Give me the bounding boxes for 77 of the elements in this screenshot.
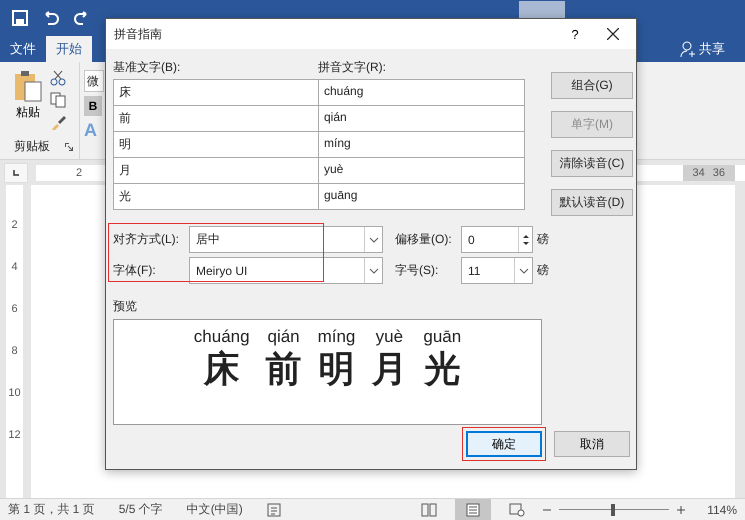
ribbon-tab[interactable]: 文件 — [0, 36, 46, 62]
dialog-button[interactable]: 组合(G) — [551, 72, 633, 99]
ruby-text-field[interactable]: yuè — [319, 158, 525, 184]
field-label: 字号(S): — [394, 262, 440, 279]
scissors-icon[interactable] — [50, 70, 66, 86]
ruler-number: 4 — [11, 261, 18, 273]
ruler-number: 34 — [692, 166, 705, 178]
base-text-field[interactable]: 床 — [114, 80, 319, 106]
ruby-text-field[interactable]: qián — [319, 106, 525, 132]
font-dropdown[interactable]: Meiryo UI — [189, 257, 383, 284]
ruler-number: 6 — [11, 303, 18, 315]
alignment-dropdown[interactable]: 居中 — [189, 226, 383, 253]
clipboard-icon — [14, 70, 42, 102]
base-text-field[interactable]: 光 — [114, 184, 319, 210]
base-character: 光 — [424, 348, 460, 390]
dialog-button[interactable]: 清除读音(C) — [551, 150, 633, 177]
launcher-icon[interactable] — [65, 142, 73, 150]
status-text: 5/5 个字 — [118, 501, 163, 518]
unit-label: 磅 — [537, 231, 550, 248]
person-add-icon — [680, 41, 696, 57]
column-heading: 基准文字(B): — [113, 59, 182, 76]
share-button[interactable]: 共享 — [674, 36, 731, 62]
field-label: 字体(F): — [113, 262, 157, 279]
paste-button[interactable]: 粘贴 — [14, 70, 42, 130]
ruby-text-field[interactable]: chuáng — [319, 80, 525, 106]
status-text: 第 1 页，共 1 页 — [8, 501, 95, 518]
ruby-text: guān — [423, 326, 462, 348]
ribbon-tab[interactable]: 开始 — [46, 36, 92, 62]
base-text-field[interactable]: 月 — [114, 158, 319, 184]
tab-stop-selector[interactable] — [4, 162, 28, 182]
field-label: 偏移量(O): — [394, 231, 453, 248]
base-text-field[interactable]: 明 — [114, 132, 319, 158]
ruby-text: míng — [318, 326, 356, 348]
brush-icon[interactable] — [50, 114, 66, 130]
ruler-number: 2 — [76, 166, 82, 178]
save-icon[interactable] — [12, 10, 28, 26]
size-dropdown[interactable]: 11 — [461, 257, 533, 284]
ruby-text: chuáng — [194, 326, 250, 348]
zoom-in-icon[interactable] — [677, 506, 686, 514]
chevron-down-icon — [518, 268, 528, 274]
zoom-percent[interactable]: 114% — [707, 502, 737, 516]
unit-label: 磅 — [537, 262, 550, 279]
ruby-text: qián — [268, 326, 300, 348]
ruler-number: 10 — [8, 387, 21, 399]
status-text: 中文(中国) — [186, 501, 243, 518]
bold-button[interactable]: B — [84, 96, 102, 116]
base-character: 明 — [318, 348, 354, 390]
offset-spinbox[interactable]: 0 — [461, 226, 533, 253]
close-icon — [607, 28, 619, 40]
ok-button[interactable]: 确定 — [466, 431, 542, 457]
ruby-text: yuè — [376, 326, 404, 348]
ruler-number: 12 — [8, 429, 21, 441]
tab-stop-icon — [13, 170, 19, 176]
ruby-text-field[interactable]: míng — [319, 132, 525, 158]
ruler-number: 36 — [712, 166, 725, 178]
zoom-slider-thumb[interactable] — [611, 504, 616, 516]
chevron-down-icon — [368, 236, 378, 242]
dialog-title: 拼音指南 — [114, 26, 163, 42]
dialog-button[interactable]: 默认读音(D) — [551, 189, 633, 216]
base-character: 月 — [371, 348, 408, 390]
ruler-number: 2 — [11, 219, 18, 231]
base-character: 前 — [266, 348, 302, 390]
base-text-field[interactable]: 前 — [114, 106, 319, 132]
help-button[interactable]: ? — [560, 26, 590, 42]
print-layout-icon[interactable] — [455, 499, 492, 520]
field-label: 对齐方式(L): — [113, 231, 180, 248]
column-heading: 拼音文字(R): — [318, 59, 387, 76]
base-character: 床 — [204, 348, 240, 390]
preview-label: 预览 — [113, 298, 138, 315]
macro-icon[interactable] — [266, 502, 281, 516]
font-name-field[interactable]: 微 — [84, 70, 104, 92]
ruby-text-field[interactable]: guāng — [319, 184, 525, 210]
group-label: 剪贴板 — [14, 138, 50, 155]
chevron-down-icon — [368, 268, 378, 274]
copy-icon[interactable] — [50, 92, 66, 108]
ruler-number: 8 — [11, 345, 18, 357]
cancel-button[interactable]: 取消 — [554, 431, 630, 457]
